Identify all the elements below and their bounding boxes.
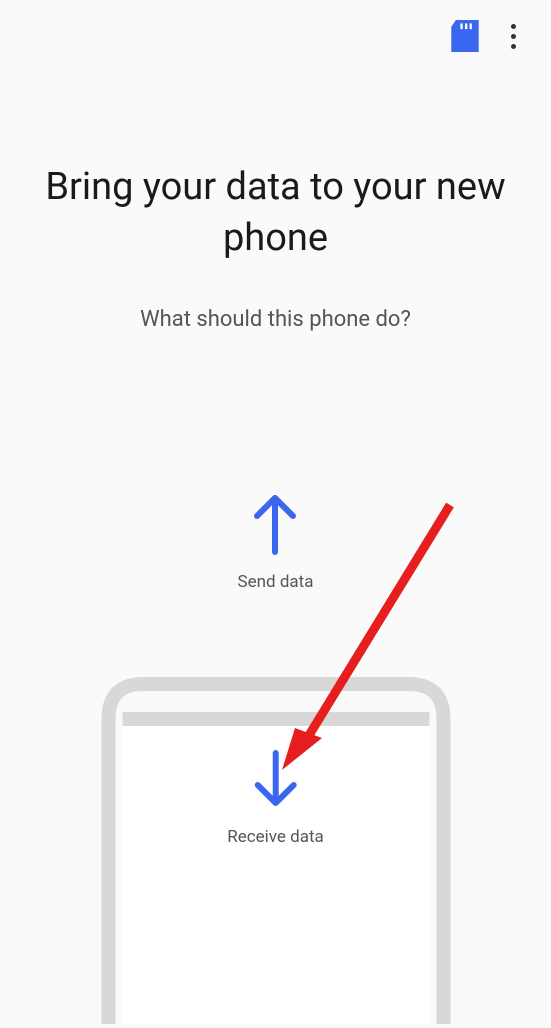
arrow-down-icon [245, 745, 305, 819]
receive-data-label: Receive data [227, 827, 324, 847]
dot [511, 34, 516, 39]
top-bar [0, 0, 551, 52]
arrow-up-icon [245, 490, 305, 564]
send-data-option[interactable]: Send data [238, 490, 314, 592]
phone-outline-graphic [98, 674, 453, 1024]
page-subtitle: What should this phone do? [0, 307, 551, 332]
page-title: Bring your data to your new phone [0, 162, 551, 265]
dot [511, 44, 516, 49]
options-area: Send data [0, 490, 551, 592]
more-options-icon[interactable] [503, 20, 523, 52]
send-data-label: Send data [238, 572, 314, 592]
sd-card-icon[interactable] [451, 20, 479, 52]
dot [511, 24, 516, 29]
receive-data-option[interactable]: Receive data [227, 745, 324, 847]
